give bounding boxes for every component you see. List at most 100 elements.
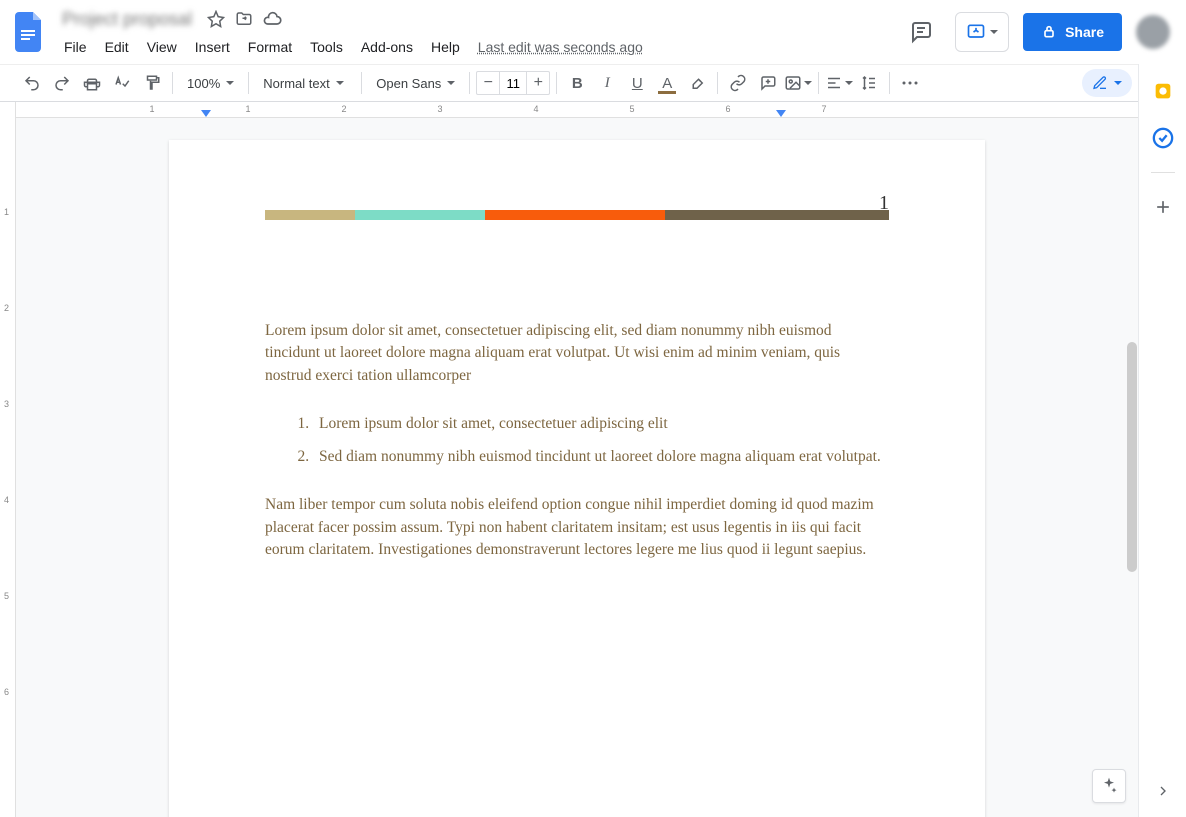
menu-bar: File Edit View Insert Format Tools Add-o… bbox=[56, 35, 651, 59]
scrollbar-thumb[interactable] bbox=[1127, 342, 1137, 572]
body-paragraph[interactable]: Nam liber tempor cum soluta nobis eleife… bbox=[265, 494, 889, 561]
tasks-icon[interactable] bbox=[1151, 126, 1175, 150]
text-color-button[interactable]: A bbox=[653, 69, 681, 97]
move-icon[interactable] bbox=[234, 9, 254, 29]
more-tools-button[interactable] bbox=[896, 69, 924, 97]
menu-addons[interactable]: Add-ons bbox=[353, 35, 421, 59]
cloud-status-icon[interactable] bbox=[262, 9, 282, 29]
line-spacing-button[interactable] bbox=[855, 69, 883, 97]
ruler-tick: 4 bbox=[533, 104, 538, 114]
redo-button[interactable] bbox=[48, 69, 76, 97]
bold-button[interactable]: B bbox=[563, 69, 591, 97]
insert-image-button[interactable] bbox=[784, 69, 812, 97]
toolbar-separator bbox=[889, 72, 890, 94]
header-actions: Share bbox=[901, 12, 1170, 52]
print-button[interactable] bbox=[78, 69, 106, 97]
caret-down-icon bbox=[845, 81, 853, 85]
font-size-increase-button[interactable]: + bbox=[527, 72, 549, 94]
menu-file[interactable]: File bbox=[56, 35, 95, 59]
paint-format-button[interactable] bbox=[138, 69, 166, 97]
ruler-tick: 6 bbox=[4, 687, 9, 697]
account-avatar[interactable] bbox=[1136, 15, 1170, 49]
document-page[interactable]: 1 Lorem ipsum dolor sit amet, consectetu… bbox=[169, 140, 985, 817]
share-button[interactable]: Share bbox=[1023, 13, 1122, 51]
docs-logo[interactable] bbox=[10, 12, 50, 52]
toolbar-separator bbox=[556, 72, 557, 94]
body-paragraph[interactable]: Lorem ipsum dolor sit amet, consectetuer… bbox=[265, 320, 889, 387]
toolbar-separator bbox=[172, 72, 173, 94]
caret-down-icon bbox=[447, 81, 455, 85]
ruler-tick: 7 bbox=[821, 104, 826, 114]
toolbar-separator bbox=[248, 72, 249, 94]
indent-marker-left[interactable] bbox=[201, 110, 211, 117]
share-button-label: Share bbox=[1065, 24, 1104, 40]
ruler-tick: 2 bbox=[341, 104, 346, 114]
zoom-dropdown[interactable]: 100% bbox=[179, 69, 242, 97]
workspace: 1 2 3 4 5 6 1 1 2 3 4 5 6 7 1 Lorem ipsu… bbox=[0, 102, 1138, 817]
text-color-swatch bbox=[658, 91, 676, 94]
document-scroll-area[interactable]: 1 1 2 3 4 5 6 7 1 Lorem ipsum dolor sit … bbox=[16, 102, 1138, 817]
toolbar-separator bbox=[818, 72, 819, 94]
insert-comment-button[interactable] bbox=[754, 69, 782, 97]
insert-link-button[interactable] bbox=[724, 69, 752, 97]
keep-icon[interactable] bbox=[1151, 80, 1175, 104]
font-family-dropdown[interactable]: Open Sans bbox=[368, 69, 463, 97]
vertical-ruler[interactable]: 1 2 3 4 5 6 bbox=[0, 102, 16, 817]
highlight-button[interactable] bbox=[683, 69, 711, 97]
ruler-tick: 6 bbox=[725, 104, 730, 114]
side-panel bbox=[1138, 64, 1186, 817]
list-item[interactable]: Lorem ipsum dolor sit amet, consectetuer… bbox=[313, 411, 889, 437]
page-number: 1 bbox=[879, 192, 889, 215]
ruler-tick: 1 bbox=[4, 207, 9, 217]
ruler-tick: 3 bbox=[437, 104, 442, 114]
caret-down-icon bbox=[1114, 81, 1122, 85]
menu-insert[interactable]: Insert bbox=[187, 35, 238, 59]
caret-down-icon bbox=[336, 81, 344, 85]
hide-side-panel-button[interactable] bbox=[1151, 779, 1175, 803]
ruler-tick: 5 bbox=[629, 104, 634, 114]
font-size-control: − + bbox=[476, 71, 550, 95]
horizontal-ruler[interactable]: 1 1 2 3 4 5 6 7 bbox=[16, 102, 1138, 118]
menu-format[interactable]: Format bbox=[240, 35, 300, 59]
ruler-tick: 2 bbox=[4, 303, 9, 313]
toolbar-separator bbox=[717, 72, 718, 94]
document-title[interactable]: Project proposal bbox=[56, 9, 198, 30]
comments-history-icon[interactable] bbox=[901, 12, 941, 52]
header-decoration bbox=[265, 210, 889, 220]
align-button[interactable] bbox=[825, 69, 853, 97]
get-addons-icon[interactable] bbox=[1151, 195, 1175, 219]
caret-down-icon bbox=[990, 30, 998, 34]
font-size-input[interactable] bbox=[499, 72, 527, 94]
paragraph-style-value: Normal text bbox=[263, 76, 329, 91]
ruler-tick: 3 bbox=[4, 399, 9, 409]
explore-button[interactable] bbox=[1092, 769, 1126, 803]
toolbar-separator bbox=[361, 72, 362, 94]
editing-mode-button[interactable] bbox=[1082, 69, 1132, 97]
undo-button[interactable] bbox=[18, 69, 46, 97]
italic-button[interactable]: I bbox=[593, 69, 621, 97]
caret-down-icon bbox=[226, 81, 234, 85]
paragraph-style-dropdown[interactable]: Normal text bbox=[255, 69, 355, 97]
last-edit-link[interactable]: Last edit was seconds ago bbox=[470, 35, 651, 59]
ruler-tick: 4 bbox=[4, 495, 9, 505]
menu-help[interactable]: Help bbox=[423, 35, 468, 59]
menu-edit[interactable]: Edit bbox=[97, 35, 137, 59]
spellcheck-button[interactable] bbox=[108, 69, 136, 97]
side-panel-separator bbox=[1151, 172, 1175, 173]
menu-tools[interactable]: Tools bbox=[302, 35, 351, 59]
underline-button[interactable]: U bbox=[623, 69, 651, 97]
list-item[interactable]: Sed diam nonummy nibh euismod tincidunt … bbox=[313, 444, 889, 470]
title-area: Project proposal File Edit View Insert F… bbox=[56, 5, 651, 59]
toolbar-separator bbox=[469, 72, 470, 94]
zoom-value: 100% bbox=[187, 76, 220, 91]
indent-marker-right[interactable] bbox=[776, 110, 786, 117]
menu-view[interactable]: View bbox=[139, 35, 185, 59]
font-size-decrease-button[interactable]: − bbox=[477, 72, 499, 94]
star-icon[interactable] bbox=[206, 9, 226, 29]
ruler-tick: 5 bbox=[4, 591, 9, 601]
toolbar: 100% Normal text Open Sans − + B I U A bbox=[0, 64, 1186, 102]
caret-down-icon bbox=[804, 81, 812, 85]
font-family-value: Open Sans bbox=[376, 76, 441, 91]
numbered-list[interactable]: Lorem ipsum dolor sit amet, consectetuer… bbox=[265, 411, 889, 470]
present-button[interactable] bbox=[955, 12, 1009, 52]
